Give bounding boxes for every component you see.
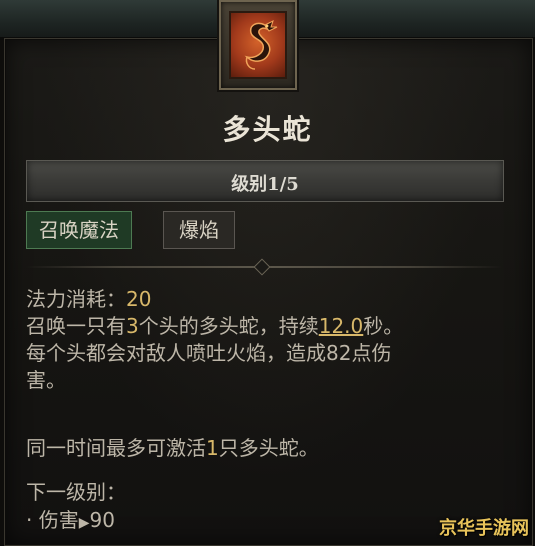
desc-1-mid: 个头的多头蛇，持续 (138, 314, 319, 338)
bullet-icon: · (26, 508, 39, 532)
skill-name: 多头蛇 (222, 113, 313, 146)
next-rank-value: 90 (89, 508, 115, 532)
rank-bar: 级别1/5 (26, 160, 504, 202)
mana-cost-label: 法力消耗： (26, 287, 126, 311)
rank-label: 级别1/5 (231, 174, 299, 195)
limit-value: 1 (206, 436, 219, 460)
tag-summoning-magic: 召唤魔法 (26, 211, 132, 249)
head-count-value: 3 (126, 314, 139, 338)
limit-line: 同一时间最多可激活1只多头蛇。 (26, 435, 319, 462)
next-rank-label: 下一级别： (26, 480, 126, 504)
description-line-3: 害。 (26, 368, 66, 392)
description-line-1: 召唤一只有3个头的多头蛇，持续12.0秒。 (26, 313, 403, 340)
description-line-2: 每个头都会对敌人喷吐火焰，造成82点伤 (26, 341, 392, 365)
arrow-right-icon: ▶ (78, 515, 90, 531)
mana-cost-line: 法力消耗：20 (26, 286, 151, 313)
desc-1-pre: 召唤一只有 (26, 314, 126, 338)
duration-value: 12.0 (318, 314, 364, 338)
hydra-dragon-icon (229, 11, 287, 79)
site-watermark: 京华手游网 (439, 518, 529, 539)
hydra-dragon-icon-graphic (244, 20, 278, 70)
mana-cost-value: 20 (126, 287, 152, 311)
limit-pre: 同一时间最多可激活 (26, 436, 206, 460)
tag-pyromancy: 爆焰 (163, 211, 235, 249)
next-rank-stat-line: · 伤害▶90 (26, 507, 115, 537)
next-rank-stat: 伤害 (38, 508, 79, 532)
skill-icon-frame (219, 0, 297, 90)
limit-post: 只多头蛇。 (218, 436, 319, 460)
desc-1-post: 秒。 (363, 314, 404, 338)
